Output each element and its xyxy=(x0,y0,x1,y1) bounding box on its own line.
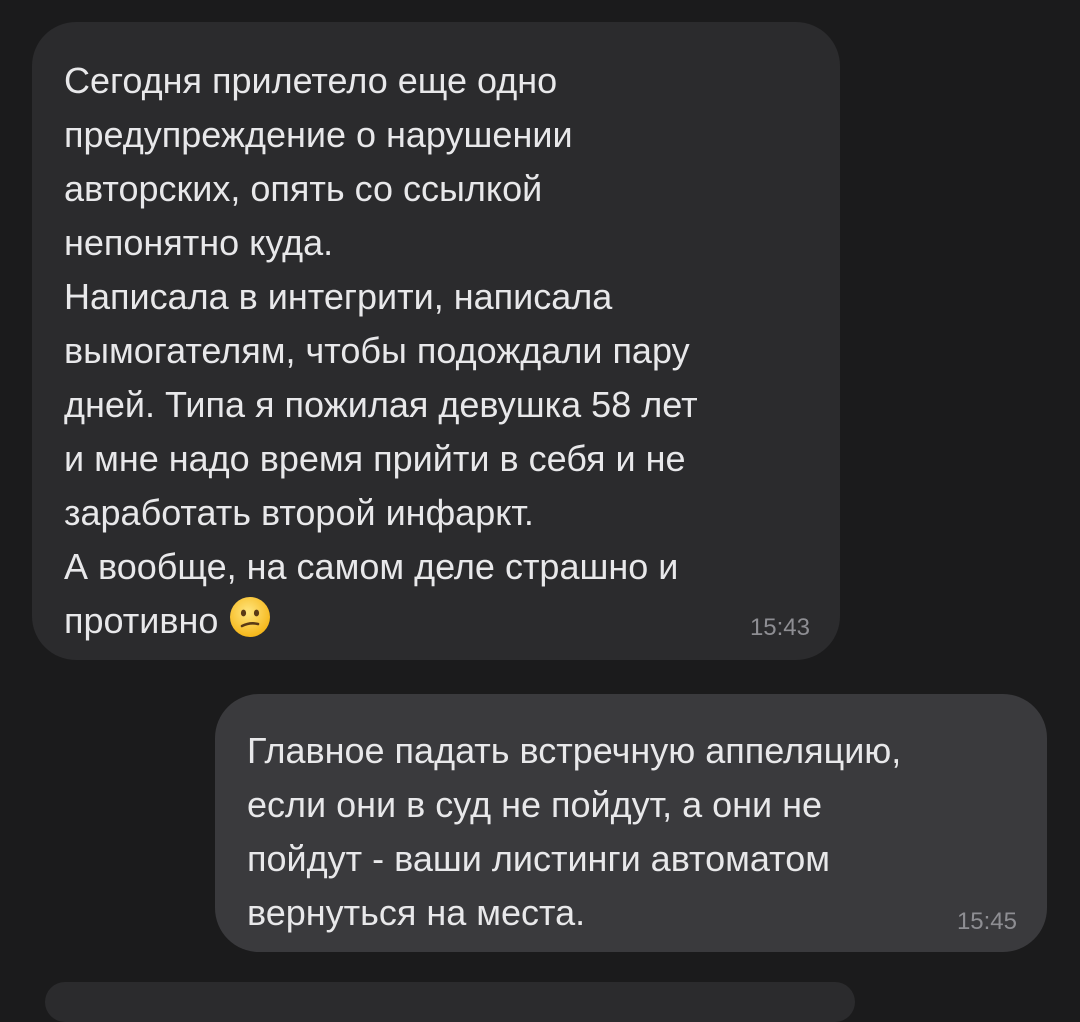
message-text-line: и мне надо время прийти в себя и не xyxy=(64,438,686,479)
message-text-line: вернуться на места. xyxy=(247,892,586,933)
message-text: противно xyxy=(64,600,219,641)
message-text-line: А вообще, на самом деле страшно и xyxy=(64,546,679,587)
message-text-line: авторских, опять со ссылкой xyxy=(64,168,543,209)
message-text-line: заработать второй инфаркт. xyxy=(64,492,534,533)
message-text-line: Написала в интегрити, написала xyxy=(64,276,613,317)
message-text-line: вымогателям, чтобы подождали пару xyxy=(64,330,690,371)
message-text-line: Сегодня прилетело еще одно xyxy=(64,60,558,101)
message-text-line: Главное падать встречную аппеляцию, xyxy=(247,730,902,771)
message-text-line: дней. Типа я пожилая девушка 58 лет xyxy=(64,384,698,425)
message-timestamp: 15:45 xyxy=(956,908,1017,935)
message-text-line-last: противно xyxy=(64,594,800,648)
message-text-line: если они в суд не пойдут, а они не xyxy=(247,784,823,825)
message-text-line: пойдут - ваши листинги автоматом xyxy=(247,838,830,879)
next-message-bubble-partial[interactable] xyxy=(45,982,855,1022)
message-timestamp: 15:43 xyxy=(749,614,810,641)
incoming-message-bubble[interactable]: Сегодня прилетело еще одно предупреждени… xyxy=(32,22,840,660)
message-text-line: предупреждение о нарушении xyxy=(64,114,573,155)
outgoing-message-bubble[interactable]: Главное падать встречную аппеляцию, если… xyxy=(215,694,1047,952)
message-text-line: непонятно куда. xyxy=(64,222,334,263)
confused-face-emoji-icon xyxy=(230,597,271,637)
